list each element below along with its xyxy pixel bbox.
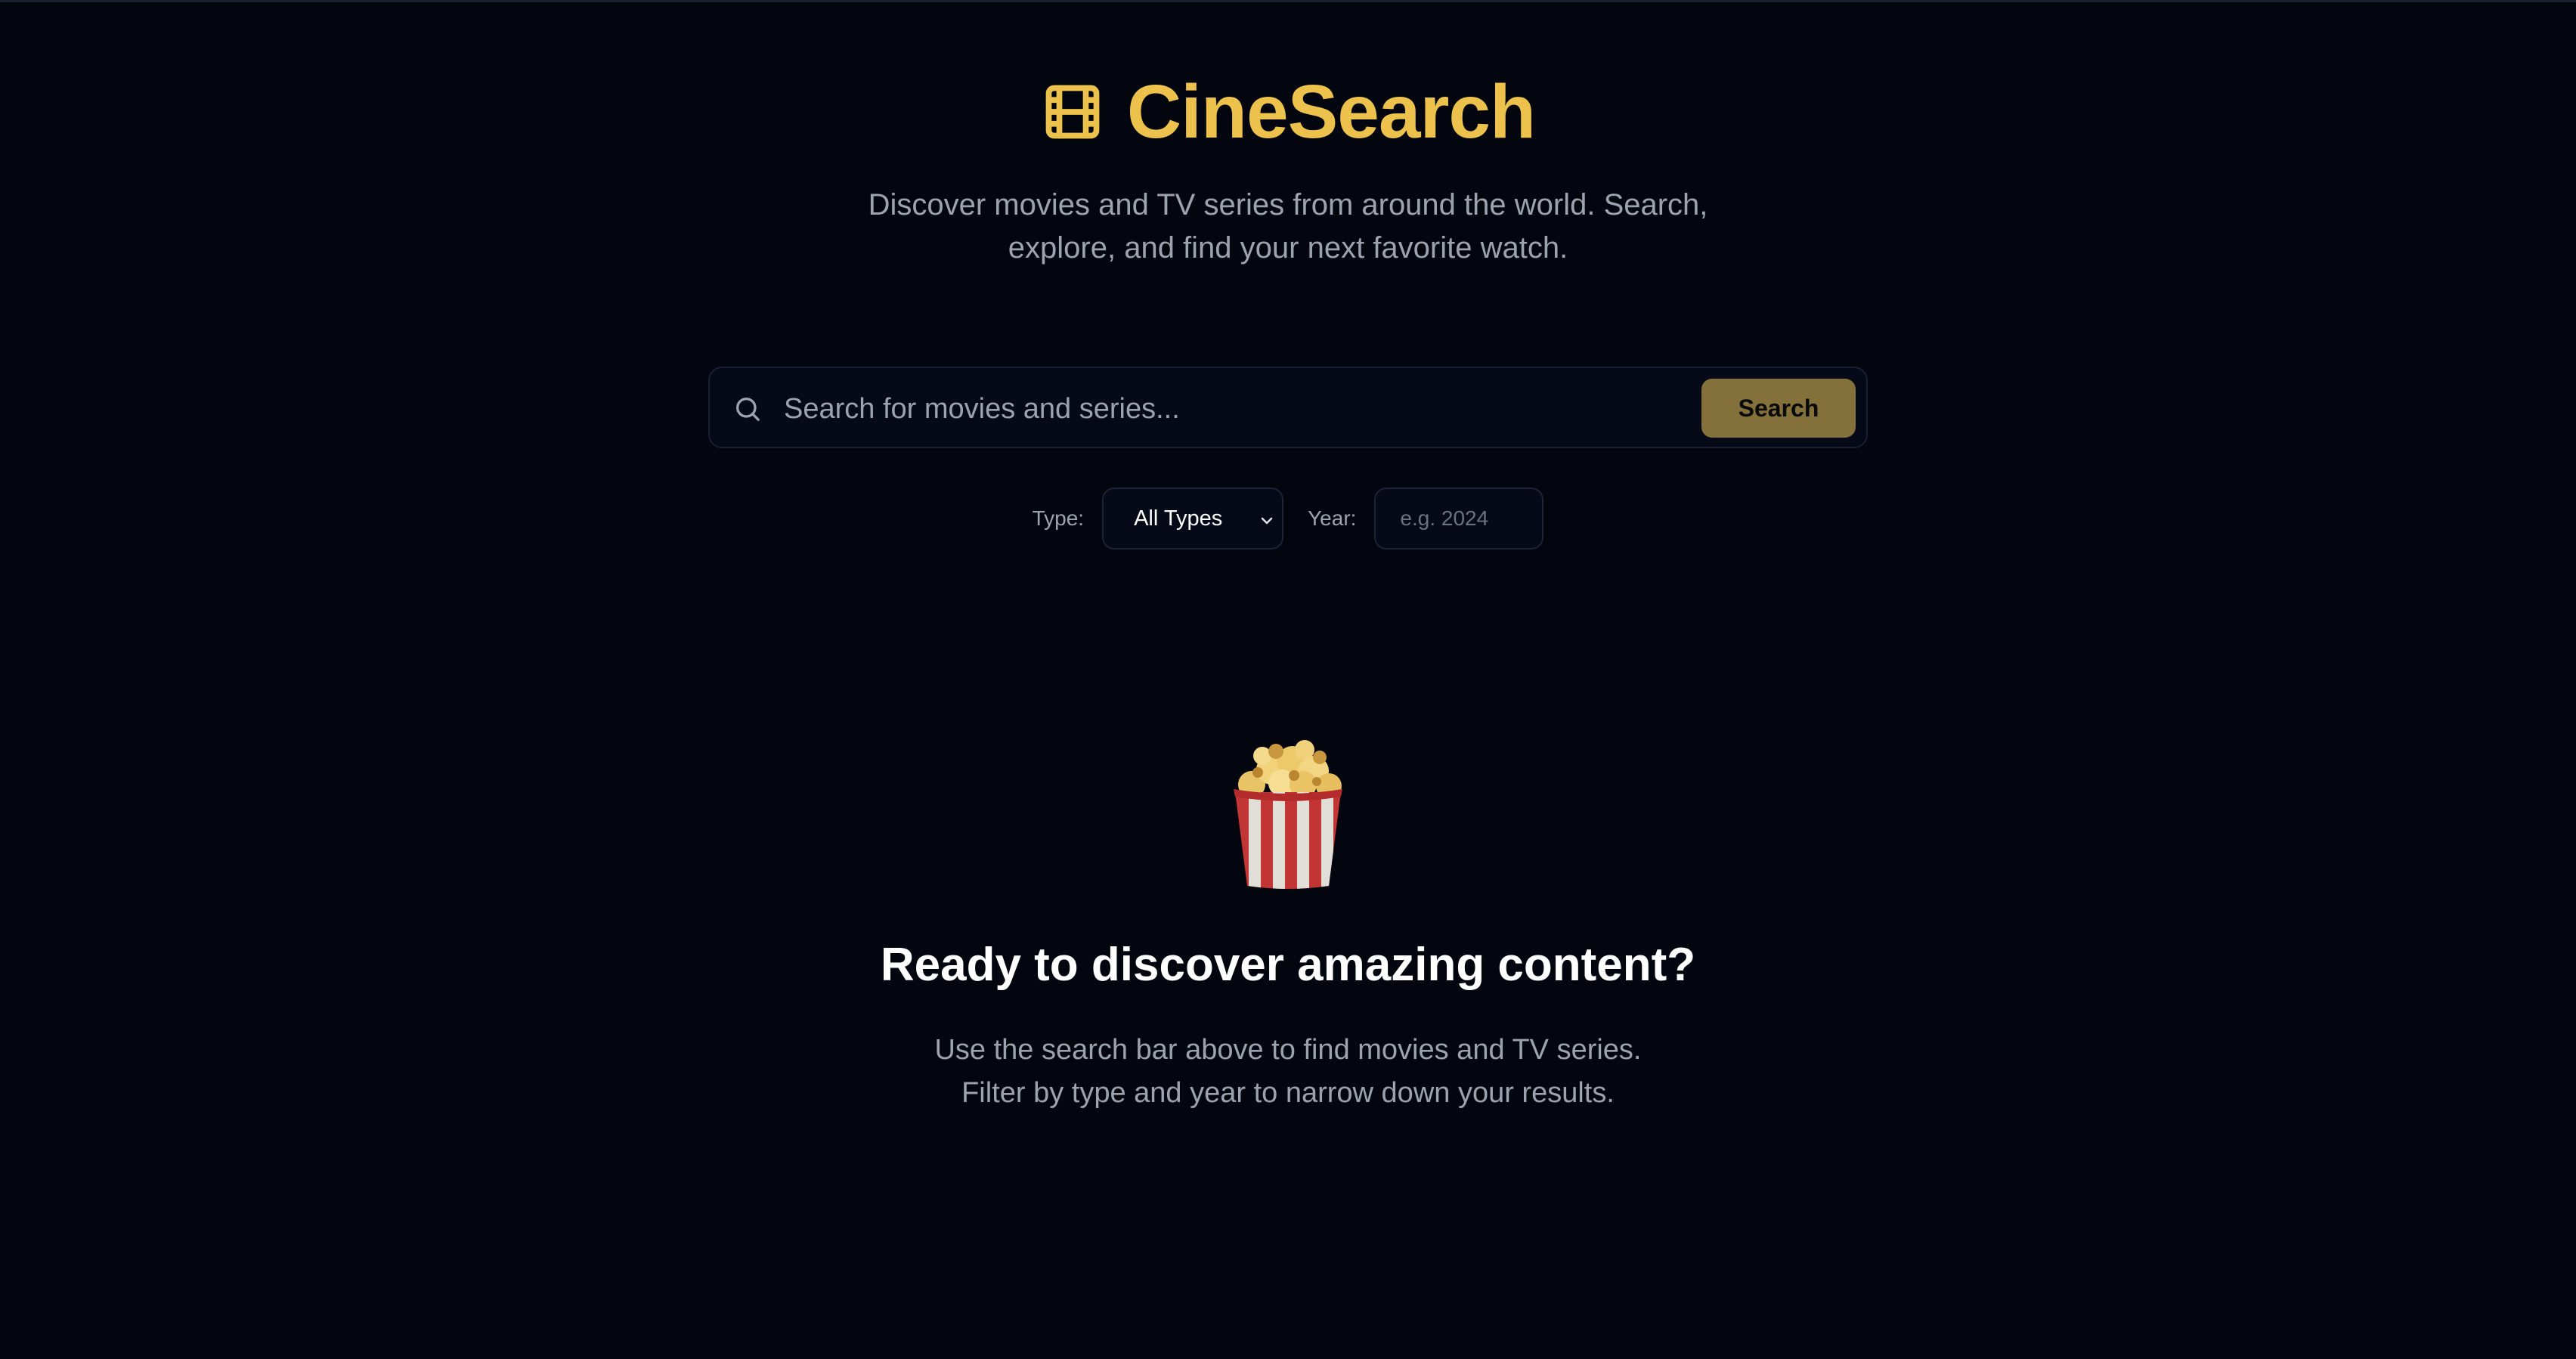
search-input[interactable] (782, 383, 1617, 435)
popcorn-icon (1234, 740, 1342, 889)
search-icon (736, 398, 760, 421)
empty-state-title: Ready to discover amazing content? (880, 939, 1696, 991)
chevron-down-icon (1261, 517, 1273, 525)
type-filter-label: Type: (1032, 506, 1085, 530)
empty-state-description-line-2: Filter by type and year to narrow down y… (961, 1077, 1615, 1109)
year-input[interactable] (1374, 488, 1544, 549)
empty-state-description-line-1: Use the search bar above to find movies … (934, 1034, 1642, 1066)
empty-state-description: Use the search bar above to find movies … (0, 1029, 2576, 1115)
film-icon (1045, 85, 1100, 139)
tagline-line-1: Discover movies and TV series from aroun… (868, 188, 1708, 221)
app-header: CineSearch (0, 70, 2576, 153)
filters-bar: Type: All Types Year: (0, 488, 2576, 549)
page: CineSearch Discover movies and TV series… (0, 0, 2576, 1359)
search-button[interactable]: Search (1701, 379, 1856, 438)
app-title: CineSearch (1126, 70, 1536, 154)
tagline: Discover movies and TV series from aroun… (797, 184, 1779, 270)
type-select-value: All Types (1134, 506, 1223, 531)
search-bar: Search (708, 367, 1868, 448)
year-filter-label: Year: (1308, 506, 1357, 530)
tagline-line-2: explore, and find your next favorite wat… (1008, 231, 1568, 265)
type-select[interactable]: All Types (1102, 488, 1284, 549)
